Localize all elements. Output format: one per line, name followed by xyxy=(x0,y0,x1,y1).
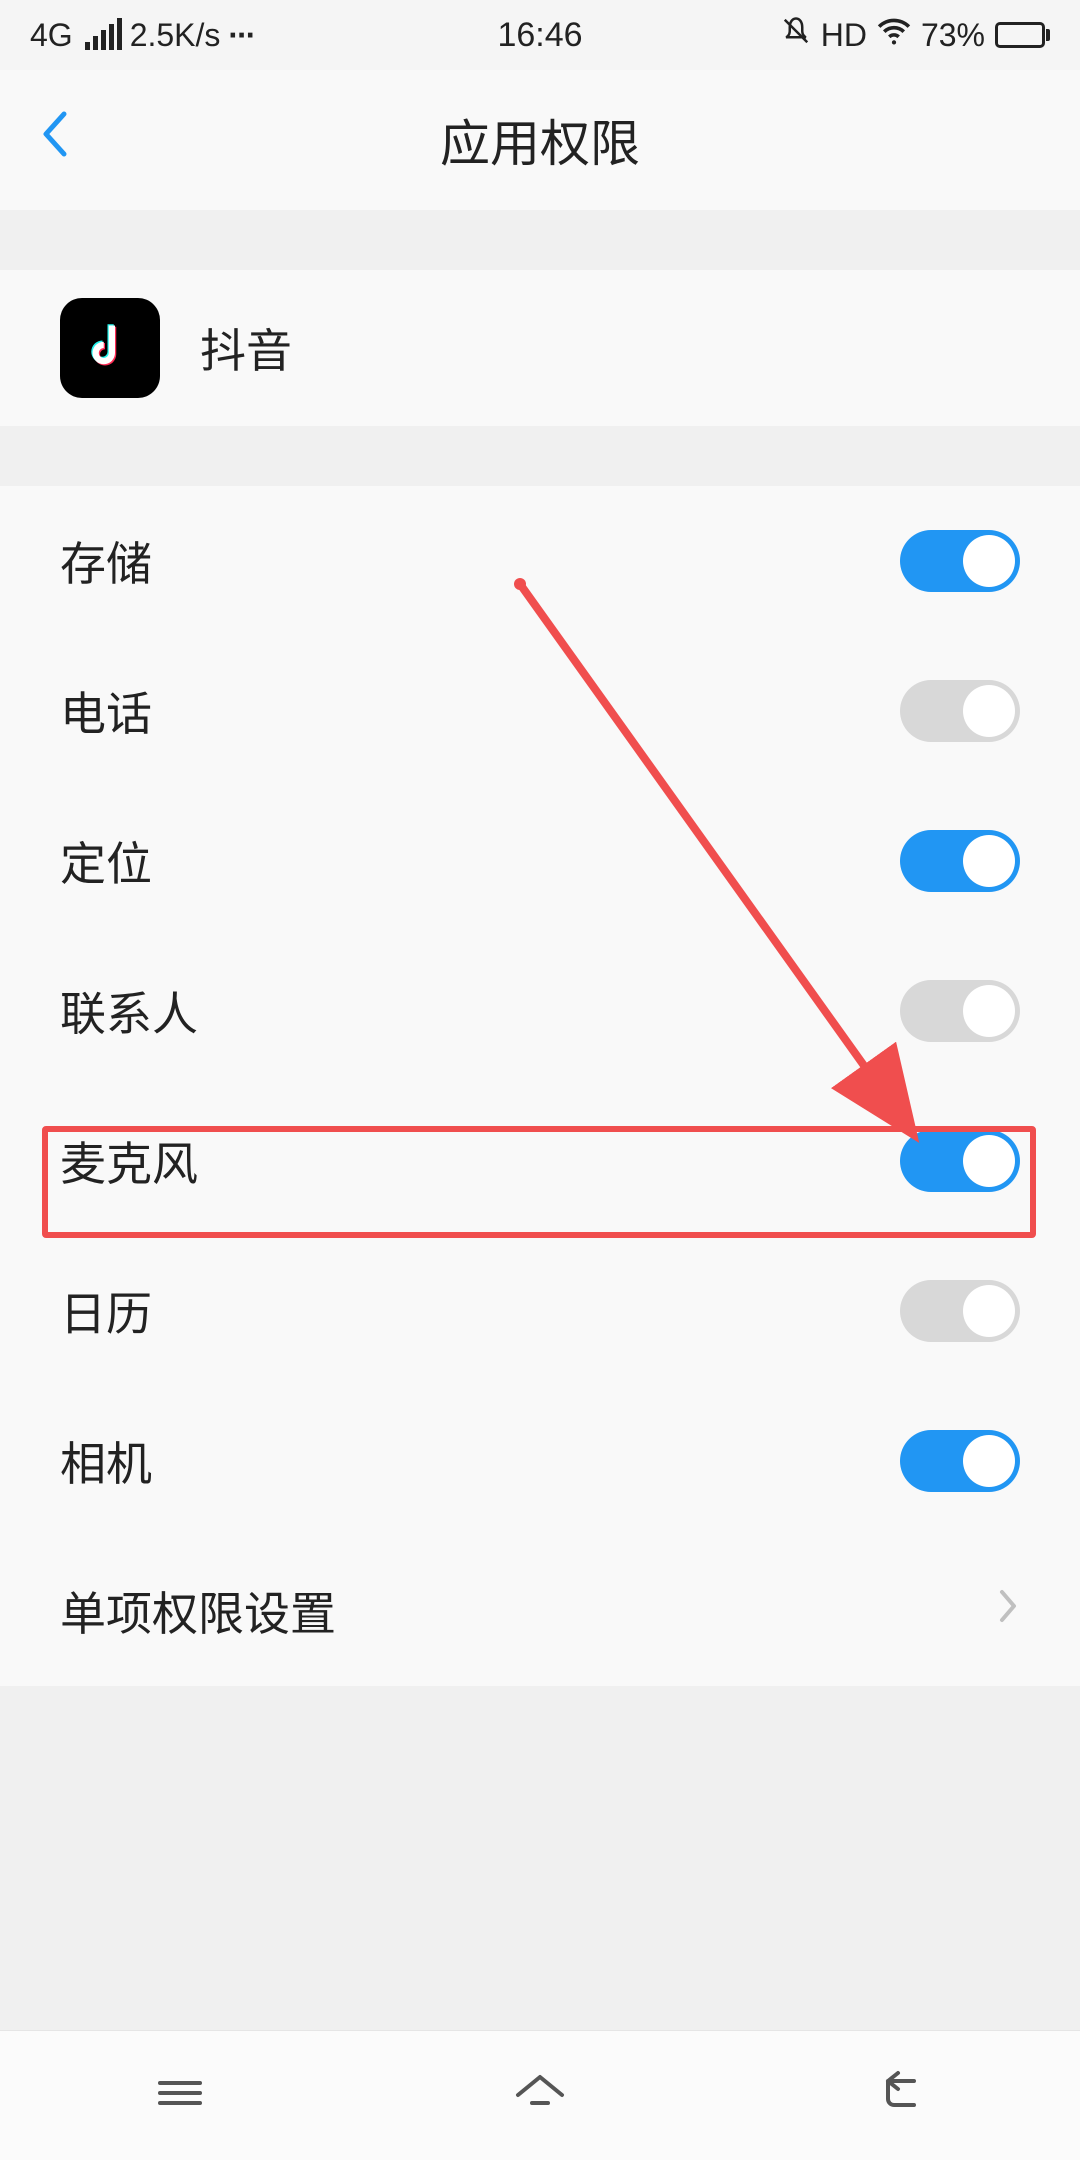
section-gap xyxy=(0,426,1080,486)
toggle-camera[interactable] xyxy=(900,1430,1020,1492)
battery-percent: 73% xyxy=(921,17,985,54)
toggle-phone[interactable] xyxy=(900,680,1020,742)
toggle-calendar[interactable] xyxy=(900,1280,1020,1342)
toggle-location[interactable] xyxy=(900,830,1020,892)
status-right: HD 73% xyxy=(781,14,1050,56)
permission-label: 麦克风 xyxy=(60,1128,198,1194)
signal-icon xyxy=(85,20,122,50)
permission-row-calendar: 日历 xyxy=(0,1236,1080,1386)
permission-label: 联系人 xyxy=(60,978,198,1044)
permission-label: 相机 xyxy=(60,1428,152,1494)
permission-label: 定位 xyxy=(60,828,152,894)
system-nav-bar xyxy=(0,2030,1080,2160)
chevron-right-icon xyxy=(996,1586,1020,1636)
permission-row-microphone: 麦克风 xyxy=(0,1086,1080,1236)
permission-row-camera: 相机 xyxy=(0,1386,1080,1536)
more-settings-label: 单项权限设置 xyxy=(60,1578,336,1644)
permissions-list: 存储 电话 定位 联系人 麦克风 日历 相机 单项权限设置 xyxy=(0,486,1080,1686)
section-gap xyxy=(0,210,1080,270)
nav-recent-button[interactable] xyxy=(150,2063,210,2128)
more-dots-icon: ··· xyxy=(228,17,254,54)
back-button[interactable] xyxy=(40,110,70,171)
status-bar: 4G 2.5K/s ··· 16:46 HD 73% xyxy=(0,0,1080,70)
hd-label: HD xyxy=(821,17,867,54)
status-left: 4G 2.5K/s ··· xyxy=(30,17,254,54)
app-name: 抖音 xyxy=(200,315,292,381)
battery-icon xyxy=(995,22,1050,48)
permission-row-phone: 电话 xyxy=(0,636,1080,786)
permission-label: 日历 xyxy=(60,1278,152,1344)
permission-label: 电话 xyxy=(60,678,152,744)
toggle-microphone[interactable] xyxy=(900,1130,1020,1192)
permission-label: 存储 xyxy=(60,528,152,594)
permission-row-location: 定位 xyxy=(0,786,1080,936)
more-settings-row[interactable]: 单项权限设置 xyxy=(0,1536,1080,1686)
mute-icon xyxy=(781,16,811,54)
toggle-storage[interactable] xyxy=(900,530,1020,592)
page-title: 应用权限 xyxy=(0,104,1080,176)
nav-back-button[interactable] xyxy=(870,2063,930,2128)
permission-row-contacts: 联系人 xyxy=(0,936,1080,1086)
app-header-row: 抖音 xyxy=(0,270,1080,426)
douyin-app-icon xyxy=(60,298,160,398)
nav-home-button[interactable] xyxy=(510,2063,570,2128)
network-type: 4G xyxy=(30,17,73,54)
permission-row-storage: 存储 xyxy=(0,486,1080,636)
header: 应用权限 xyxy=(0,70,1080,210)
toggle-contacts[interactable] xyxy=(900,980,1020,1042)
data-speed: 2.5K/s xyxy=(130,17,221,54)
wifi-icon xyxy=(877,14,911,56)
